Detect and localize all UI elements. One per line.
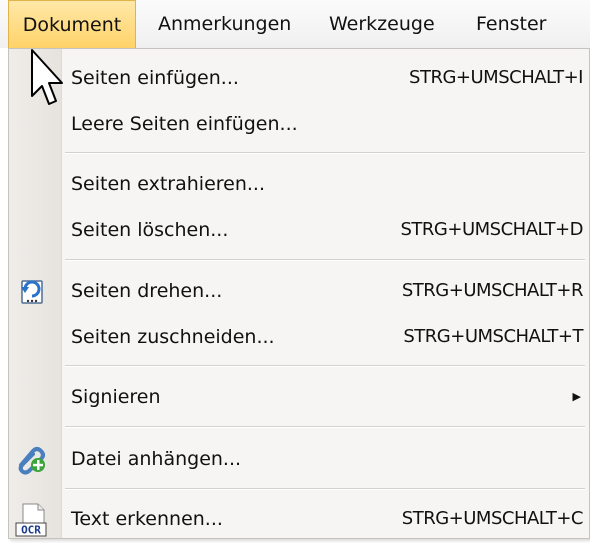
- menu-item-label: Seiten drehen...: [71, 280, 223, 302]
- menu-item-seiten-loeschen[interactable]: Seiten löschen... STRG+UMSCHALT+D: [9, 207, 589, 253]
- dokument-dropdown-menu: Seiten einfügen... STRG+UMSCHALT+I Leere…: [8, 48, 590, 539]
- menu-item-label: Leere Seiten einfügen...: [71, 113, 298, 135]
- menu-anmerkungen[interactable]: Anmerkungen: [158, 0, 291, 48]
- menu-item-label: Signieren: [71, 386, 161, 408]
- ocr-icon-label: OCR: [21, 524, 41, 537]
- menu-bar: Dokument Anmerkungen Werkzeuge Fenster: [0, 0, 590, 49]
- menu-item-label: Seiten extrahieren...: [71, 173, 266, 195]
- menu-separator: [65, 365, 585, 367]
- menu-item-shortcut: STRG+UMSCHALT+T: [403, 326, 583, 347]
- rotate-pages-icon: [15, 275, 49, 307]
- menu-item-label: Seiten zuschneiden...: [71, 326, 275, 348]
- submenu-arrow-icon: ▶: [572, 390, 581, 403]
- menu-werkzeuge[interactable]: Werkzeuge: [329, 0, 435, 48]
- menu-dokument[interactable]: Dokument: [8, 0, 136, 49]
- menu-item-seiten-zuschneiden[interactable]: Seiten zuschneiden... STRG+UMSCHALT+T: [9, 314, 589, 360]
- menu-item-label: Datei anhängen...: [71, 448, 242, 470]
- menu-item-datei-anhaengen[interactable]: Datei anhängen...: [9, 436, 589, 482]
- menu-item-leere-seiten-einfuegen[interactable]: Leere Seiten einfügen...: [9, 101, 589, 147]
- menu-item-text-erkennen[interactable]: OCR Text erkennen... STRG+UMSCHALT+C: [9, 496, 589, 542]
- menu-item-shortcut: STRG+UMSCHALT+C: [401, 508, 584, 529]
- menu-item-seiten-drehen[interactable]: Seiten drehen... STRG+UMSCHALT+R: [9, 268, 589, 314]
- menu-item-shortcut: STRG+UMSCHALT+I: [409, 67, 583, 88]
- menu-separator: [65, 259, 585, 261]
- menu-fenster[interactable]: Fenster: [476, 0, 546, 48]
- mouse-cursor-icon: [31, 49, 63, 105]
- menu-separator: [65, 152, 585, 154]
- menu-item-shortcut: STRG+UMSCHALT+D: [400, 219, 584, 240]
- attach-file-icon: [15, 443, 49, 475]
- menu-item-label: Seiten einfügen...: [71, 67, 239, 89]
- menu-item-label: Text erkennen...: [71, 508, 223, 530]
- menu-separator: [65, 426, 585, 428]
- menu-item-label: Seiten löschen...: [71, 219, 229, 241]
- menu-separator: [65, 488, 585, 490]
- menu-item-seiten-extrahieren[interactable]: Seiten extrahieren...: [9, 161, 589, 207]
- ocr-icon: OCR: [15, 503, 49, 537]
- menu-item-signieren[interactable]: Signieren ▶: [9, 374, 589, 420]
- menu-item-seiten-einfuegen[interactable]: Seiten einfügen... STRG+UMSCHALT+I: [9, 55, 589, 101]
- menu-item-shortcut: STRG+UMSCHALT+R: [401, 280, 584, 301]
